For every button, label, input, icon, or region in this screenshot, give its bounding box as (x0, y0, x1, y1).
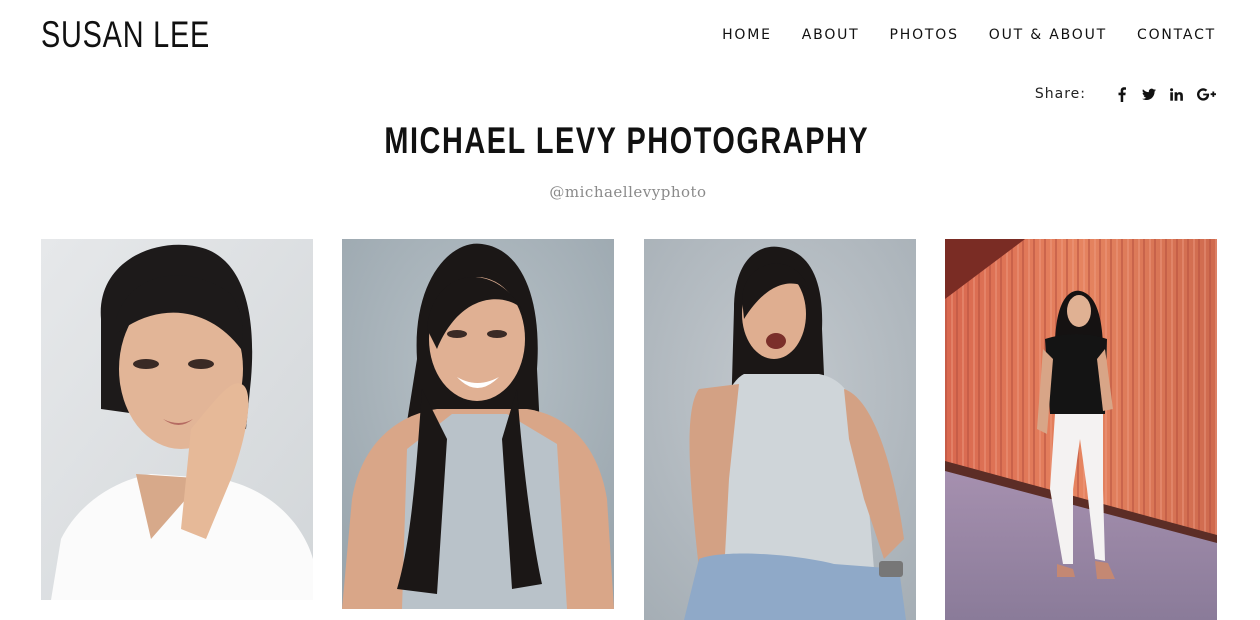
nav-about[interactable]: ABOUT (802, 27, 860, 43)
gallery-photo-laughing-seated[interactable] (644, 239, 916, 620)
nav-home[interactable]: HOME (722, 27, 772, 43)
gallery-photo-full-length-red-wall[interactable] (945, 239, 1217, 620)
gallery-photo-headshot-white-tee[interactable] (41, 239, 313, 600)
instagram-handle[interactable]: @michaellevyphoto (0, 183, 1256, 201)
facebook-icon[interactable] (1115, 86, 1129, 102)
main-nav: HOME ABOUT PHOTOS OUT & ABOUT CONTACT (722, 27, 1216, 43)
nav-out-and-about[interactable]: OUT & ABOUT (989, 27, 1107, 43)
site-logo[interactable]: SUSAN LEE (41, 14, 210, 56)
nav-photos[interactable]: PHOTOS (890, 27, 959, 43)
linkedin-icon[interactable] (1169, 86, 1183, 102)
google-plus-icon[interactable] (1196, 86, 1216, 102)
share-bar: Share: (1035, 86, 1216, 102)
gallery-photo-headshot-gray-tank[interactable] (342, 239, 614, 609)
page-title: MICHAEL LEVY PHOTOGRAPHY (0, 120, 1254, 162)
nav-contact[interactable]: CONTACT (1137, 27, 1216, 43)
twitter-icon[interactable] (1142, 86, 1156, 102)
page-title-text: MICHAEL LEVY PHOTOGRAPHY (384, 120, 870, 161)
share-label: Share: (1034, 86, 1086, 102)
